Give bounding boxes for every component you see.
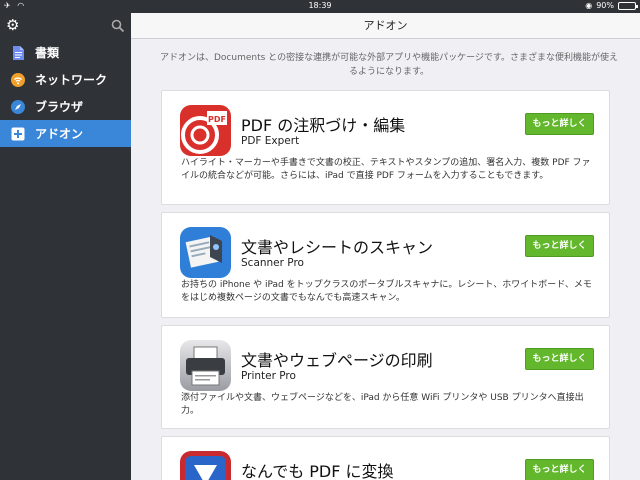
compass-icon [11, 99, 25, 114]
more-details-button[interactable]: もっと詳しく [525, 235, 594, 257]
addon-subtitle: Printer Pro [241, 370, 296, 382]
pdf-expert-app-icon: PDF [180, 105, 231, 156]
search-icon[interactable] [111, 18, 125, 37]
battery-icon [618, 1, 638, 10]
status-time: 18:39 [308, 1, 332, 10]
sidebar-item-network[interactable]: ネットワーク [0, 66, 131, 93]
sidebar-item-browser[interactable]: ブラウザ [0, 93, 131, 120]
wifi-icon [11, 72, 25, 87]
main-content: アドオン アドオンは、Documents との密接な連携が可能な外部アプリや機能… [131, 13, 640, 480]
battery-percent: 90% [596, 1, 614, 10]
pdf-icon-label: PDF [208, 115, 226, 124]
addon-description: お持ちの iPhone や iPad をトップクラスのポータブルスキャナに。レシ… [181, 280, 592, 303]
sidebar-item-documents[interactable]: 書類 [0, 39, 131, 66]
addon-subtitle: Scanner Pro [241, 257, 304, 269]
more-details-button[interactable]: もっと詳しく [525, 113, 594, 135]
addon-card-scanner-pro: 文書やレシートのスキャン Scanner Pro もっと詳しく お持ちの iPh… [161, 212, 610, 318]
sidebar-item-label: 書類 [35, 46, 60, 60]
page-title: アドオン [131, 13, 640, 39]
sidebar-item-label: ブラウザ [35, 100, 84, 114]
addon-card-pdf-expert: PDF PDF の注釈づけ・編集 PDF Expert もっと詳しく ハイライト… [161, 90, 610, 205]
addon-subtitle: PDF Expert [241, 135, 300, 147]
addon-title: 文書やレシートのスキャン [241, 238, 434, 257]
status-right: ◉ 90% [585, 1, 638, 10]
sidebar-item-addons[interactable]: アドオン [0, 120, 131, 147]
gear-icon[interactable]: ⚙ [6, 17, 19, 33]
printer-pro-app-icon [180, 340, 231, 391]
sidebar-item-label: ネットワーク [35, 73, 108, 87]
status-bar: ✈ ◠ 18:39 ◉ 90% [0, 0, 640, 13]
addon-card-pdf-converter: なんでも PDF に変換 もっと詳しく [161, 436, 610, 480]
addon-card-printer-pro: 文書やウェブページの印刷 Printer Pro もっと詳しく 添付ファイルや文… [161, 325, 610, 429]
location-icon: ◉ [585, 1, 593, 10]
more-details-button[interactable]: もっと詳しく [525, 348, 594, 370]
plus-icon [11, 127, 25, 141]
sidebar-toolbar: ⚙ [0, 13, 131, 39]
addon-description: ハイライト・マーカーや手書きで文書の校正、テキストやスタンプの追加、署名入力、複… [181, 158, 591, 181]
sidebar: ⚙ 書類 ネットワーク ブラウザ アドオン [0, 13, 131, 480]
addon-description: 添付ファイルや文書、ウェブページなどを、iPad から任意 WiFi プリンタや… [181, 393, 584, 416]
more-details-button[interactable]: もっと詳しく [525, 459, 594, 480]
addon-title: 文書やウェブページの印刷 [241, 351, 433, 370]
addon-title: なんでも PDF に変換 [241, 462, 394, 480]
document-icon [11, 45, 25, 60]
intro-text: アドオンは、Documents との密接な連携が可能な外部アプリや機能パッケージ… [159, 53, 618, 77]
addon-title: PDF の注釈づけ・編集 [241, 116, 406, 135]
scanner-pro-app-icon [180, 227, 231, 278]
sidebar-item-label: アドオン [35, 127, 84, 141]
pdf-converter-app-icon [180, 451, 231, 480]
